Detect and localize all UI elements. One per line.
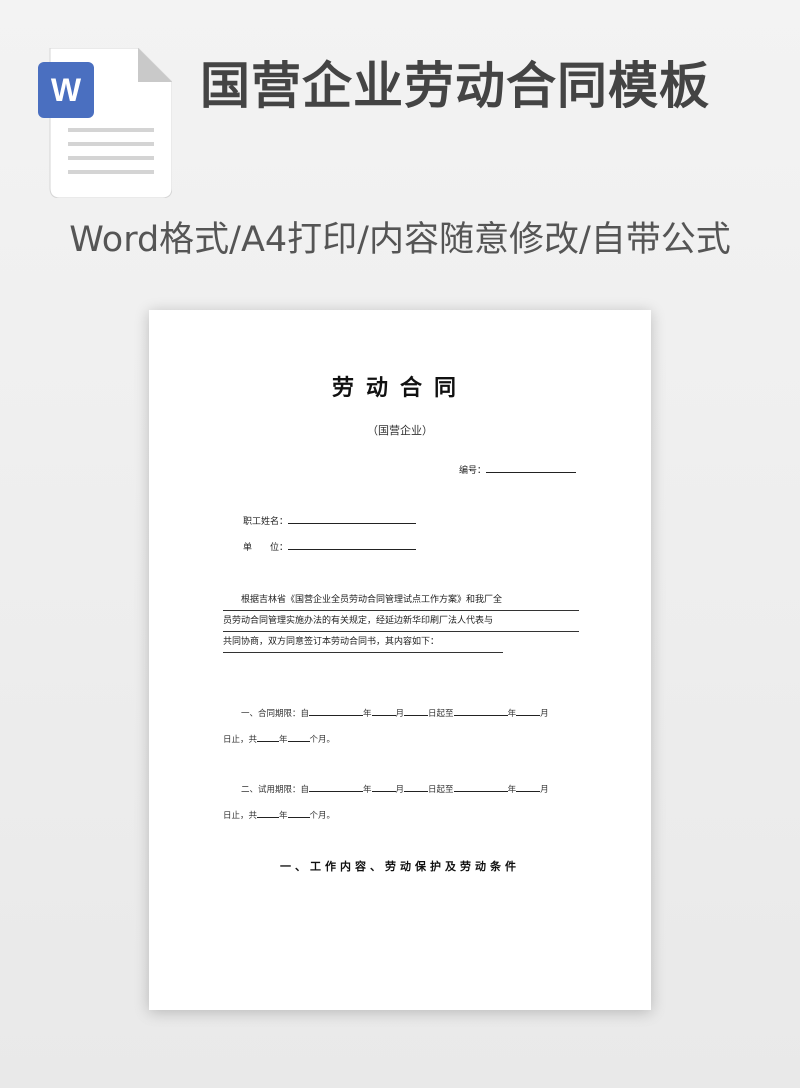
document-title: 劳动合同 <box>331 376 468 401</box>
employee-name-blank <box>288 514 417 524</box>
employee-name-label: 职工姓名： <box>243 517 289 527</box>
serial-blank <box>486 463 577 473</box>
unit-label: 单 位： <box>243 543 289 553</box>
section-heading: 一、工作内容、劳动保护及劳动条件 <box>280 860 520 873</box>
document-subtitle: （国营企业） <box>367 424 433 437</box>
serial-number-field: 编号： <box>459 463 577 476</box>
word-file-icon: W <box>38 47 173 199</box>
preamble-paragraph: 根据吉林省《国营企业全员劳动合同管理试点工作方案》和我厂全 员劳动合同管理实施办… <box>223 590 579 653</box>
unit-field: 单 位： <box>243 540 417 553</box>
employee-name-field: 职工姓名： <box>243 514 417 527</box>
serial-label: 编号： <box>459 466 487 476</box>
word-icon-letter: W <box>50 72 82 108</box>
preamble-line: 员劳动合同管理实施办法的有关规定，经延边新华印刷厂法人代表与 <box>223 611 579 632</box>
page-title: 国营企业劳动合同模板 <box>200 57 710 115</box>
probation-term-line2: 日止，共年个月。 <box>223 808 335 821</box>
contract-term-line1: 一、合同期限：自年月日起至年月 <box>223 706 549 719</box>
preamble-line: 共同协商，双方同意签订本劳动合同书，其内容如下： <box>223 632 503 653</box>
document-preview: 劳动合同 （国营企业） 编号： 职工姓名： 单 位： 根据吉林省《国营企业全员劳… <box>149 310 651 1010</box>
unit-blank <box>288 540 417 550</box>
preamble-line: 根据吉林省《国营企业全员劳动合同管理试点工作方案》和我厂全 <box>223 590 579 611</box>
probation-term-line1: 二、试用期限：自年月日起至年月 <box>223 782 549 795</box>
contract-term-line2: 日止，共年个月。 <box>223 732 335 745</box>
page-subtitle: Word格式/A4打印/内容随意修改/自带公式 <box>69 220 731 260</box>
